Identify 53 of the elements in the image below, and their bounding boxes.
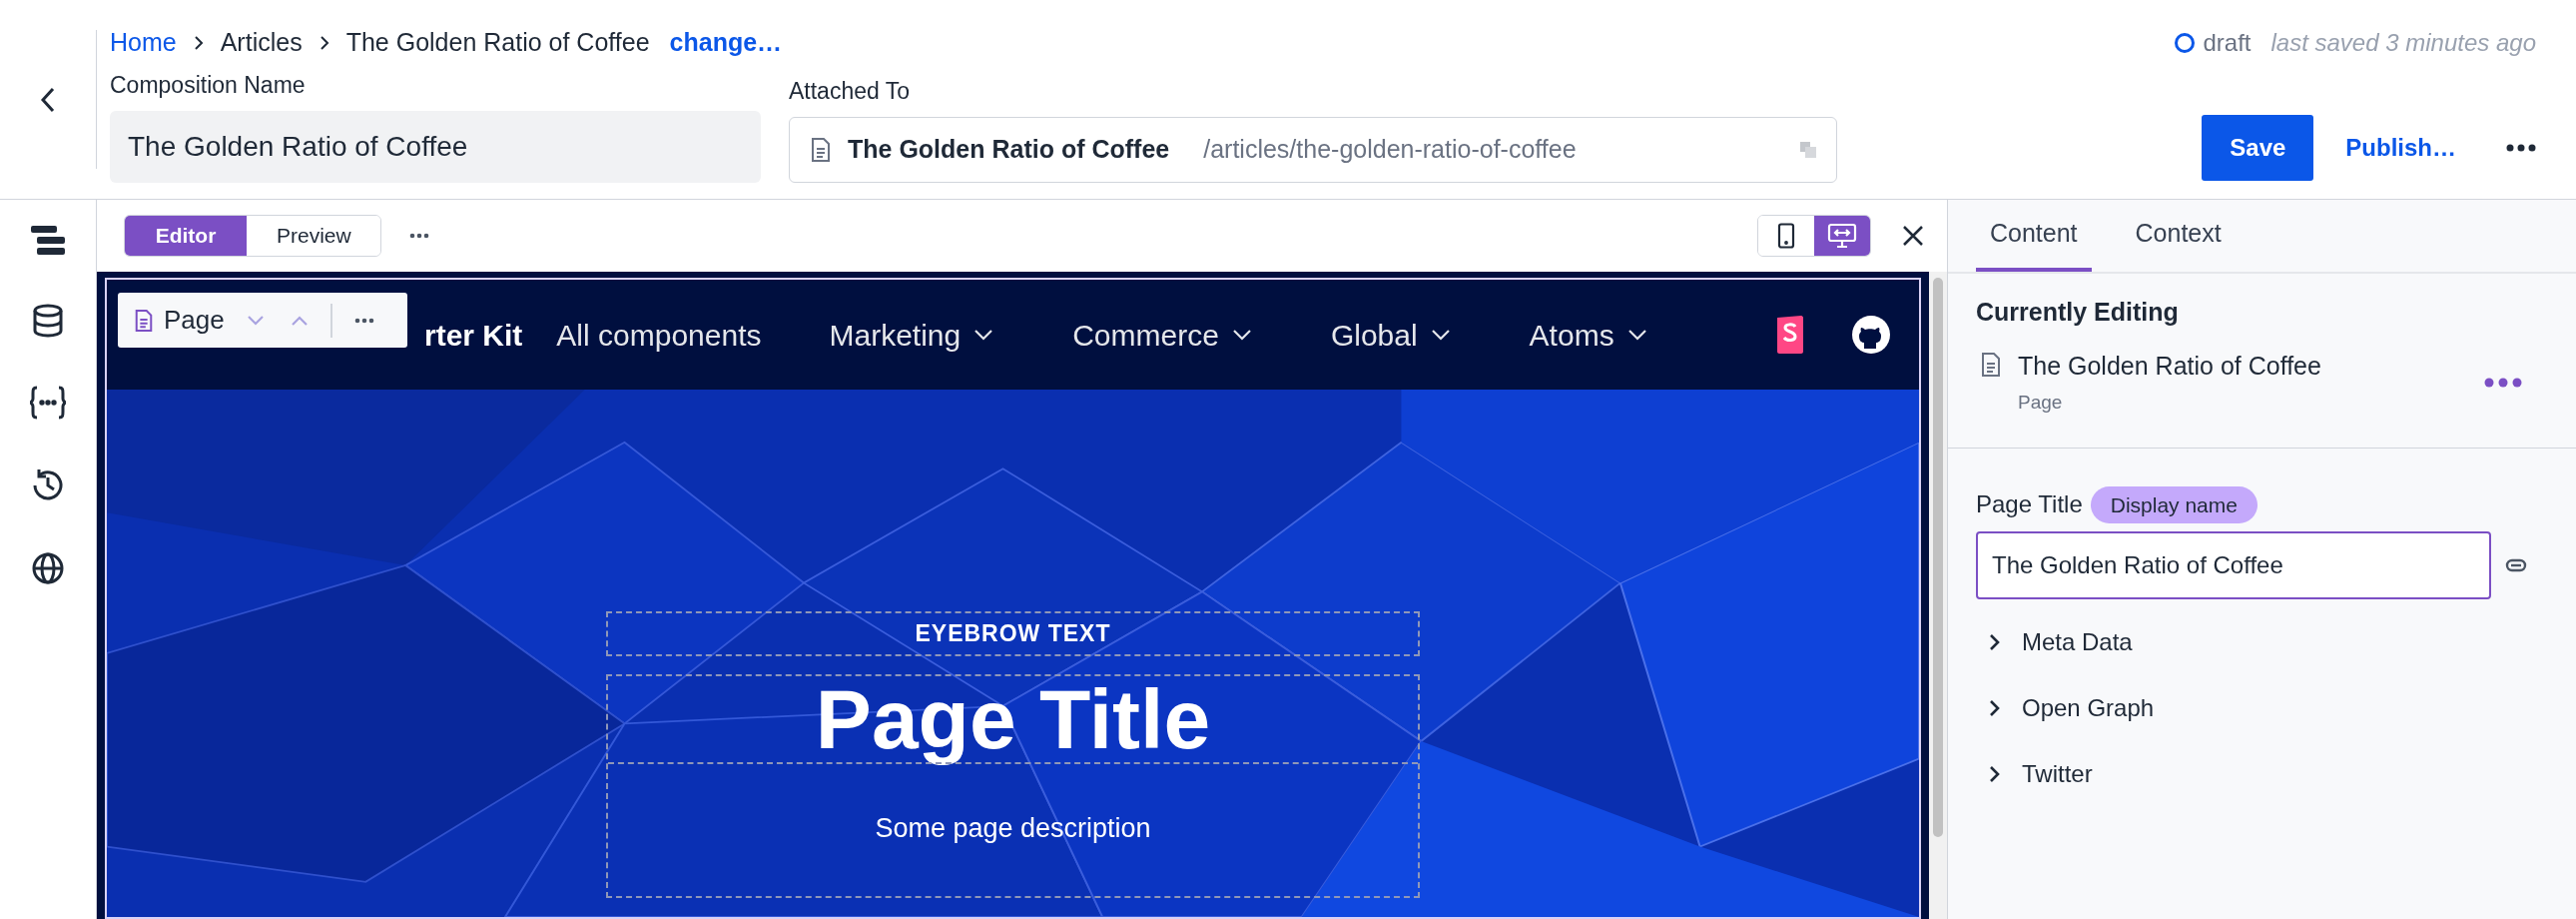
- section-toggle[interactable]: Open Graph: [1976, 689, 2548, 727]
- document-icon: [810, 136, 832, 163]
- change-link[interactable]: change…: [669, 24, 783, 62]
- editing-type: Page: [2018, 391, 2064, 415]
- page-title-field[interactable]: The Golden Ratio of Coffee: [1976, 531, 2491, 599]
- status-label: draft: [2203, 28, 2252, 58]
- globe-icon[interactable]: [31, 551, 65, 585]
- document-icon: [134, 307, 154, 334]
- phone-icon: [1777, 223, 1795, 249]
- database-icon[interactable]: [32, 304, 64, 338]
- field-label: Attached To: [789, 77, 912, 106]
- nav-link[interactable]: Marketing: [829, 312, 995, 358]
- eyebrow-text: EYEBROW TEXT: [606, 611, 1420, 656]
- nav-link[interactable]: Commerce: [1072, 312, 1253, 358]
- component-type: Page: [164, 304, 225, 337]
- nav-link[interactable]: All components: [556, 312, 762, 358]
- link-icon[interactable]: [2505, 558, 2527, 572]
- document-icon: [1980, 351, 2002, 378]
- chevron-right-icon: [192, 34, 205, 52]
- breadcrumb-link[interactable]: Home: [110, 24, 177, 62]
- nav-link[interactable]: Global: [1330, 312, 1452, 358]
- bookmark-logo-icon[interactable]: [1775, 315, 1805, 355]
- scrollbar-thumb[interactable]: [1933, 278, 1943, 837]
- saved-time: last saved 3 minutes ago: [2270, 28, 2536, 58]
- monitor-icon: [1827, 223, 1857, 249]
- attached-to-field[interactable]: The Golden Ratio of Coffee /articles/the-golden-ratio-of-coffee: [789, 116, 1837, 183]
- field-label: Page Title: [1976, 489, 2083, 520]
- display-name-badge: Display name: [2090, 485, 2257, 523]
- section-toggle[interactable]: Twitter: [1976, 755, 2548, 793]
- more-icon[interactable]: [353, 317, 374, 324]
- save-button[interactable]: Save: [2202, 114, 2314, 181]
- more-icon[interactable]: [409, 233, 429, 239]
- section-heading: Currently Editing: [1976, 297, 2180, 328]
- braces-icon[interactable]: [29, 386, 67, 420]
- section-toggle[interactable]: Meta Data: [1976, 623, 2548, 661]
- view-mode-tab[interactable]: Editor: [125, 216, 247, 256]
- close-icon[interactable]: [1901, 224, 1925, 248]
- breadcrumb-item: The Golden Ratio of Coffee: [345, 27, 650, 59]
- panel-tab[interactable]: Context: [2121, 200, 2236, 272]
- panel-tab[interactable]: Content: [1976, 200, 2092, 272]
- publish-button[interactable]: Publish…: [2335, 114, 2466, 181]
- octocat-logo-icon[interactable]: [1851, 315, 1891, 355]
- brand-name[interactable]: rter Kit: [424, 312, 523, 358]
- field-label: Composition Name: [110, 71, 307, 100]
- chevron-right-icon: [318, 34, 330, 52]
- nav-link[interactable]: Atoms: [1529, 312, 1648, 358]
- breadcrumb-item: Articles: [220, 27, 303, 59]
- device-toggle[interactable]: [1814, 216, 1870, 256]
- editing-title: The Golden Ratio of Coffee: [2018, 350, 2322, 382]
- composition-name-field[interactable]: The Golden Ratio of Coffee: [110, 110, 761, 183]
- status-ring-icon: [2175, 33, 2196, 53]
- layers-icon[interactable]: [31, 226, 65, 256]
- more-icon[interactable]: [2506, 143, 2536, 152]
